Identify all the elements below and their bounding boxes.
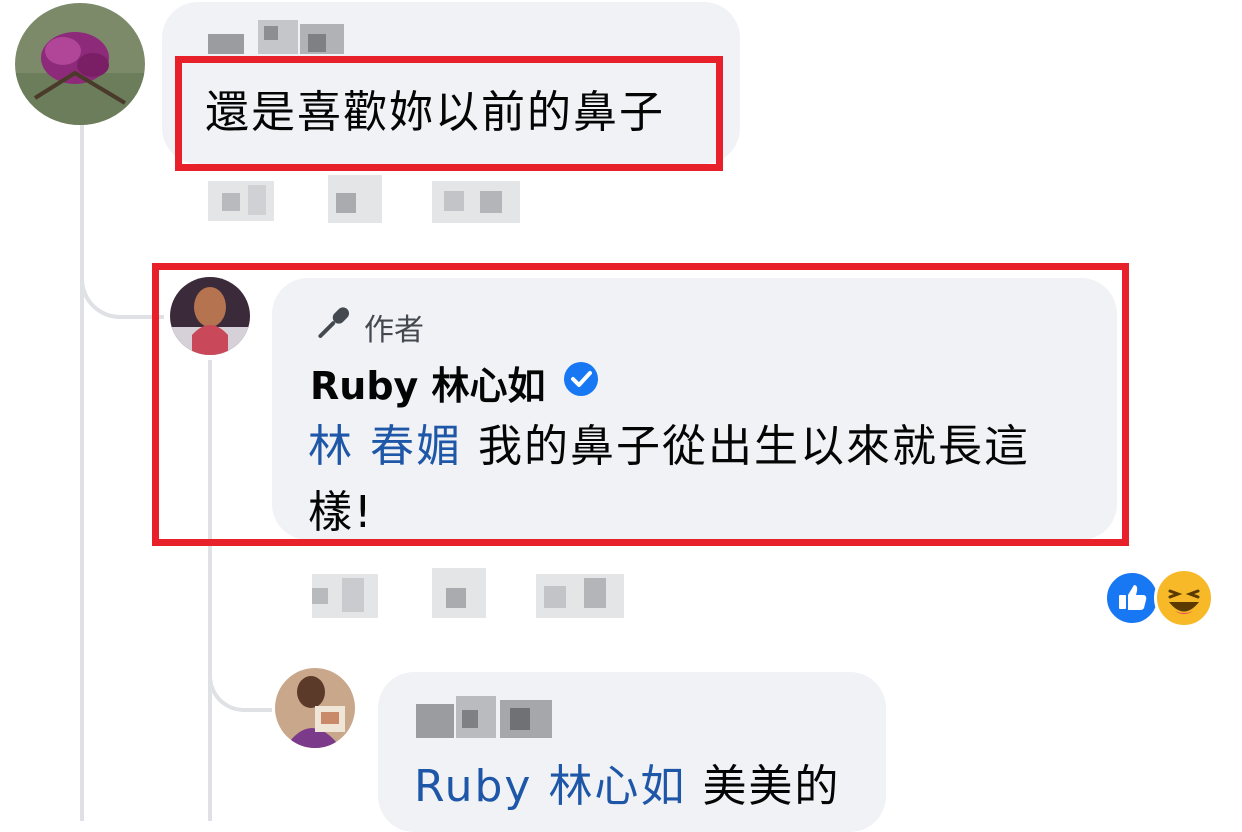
verified-badge-icon: [562, 360, 600, 402]
commenter-name-blurred: [208, 20, 348, 58]
reply-2-author-name-blurred[interactable]: [416, 696, 556, 744]
thread-line-main: [80, 125, 84, 821]
comment-1-actions-blurred[interactable]: [208, 175, 528, 229]
highlight-reply-1: [152, 263, 1129, 546]
reply-1-mention[interactable]: 林 春媚: [308, 421, 462, 472]
avatar-commenter-2[interactable]: [275, 668, 355, 748]
reply-1-text-content: 我的鼻子從出生以來就長這: [478, 421, 1030, 472]
avatar-commenter-1[interactable]: [15, 3, 145, 125]
reply-2-text-content: 美美的: [702, 761, 841, 812]
reply-2-text: Ruby 林心如 美美的: [414, 758, 840, 816]
reply-1-author-name[interactable]: Ruby 林心如: [310, 355, 546, 410]
like-reaction-icon[interactable]: [1104, 570, 1160, 626]
reply-1-text-line-2: 樣!: [308, 487, 374, 538]
haha-reaction-icon[interactable]: [1154, 568, 1214, 628]
microphone-icon: [310, 304, 352, 348]
reply-1-actions-blurred[interactable]: [312, 568, 632, 626]
reply-2-mention[interactable]: Ruby 林心如: [414, 761, 686, 812]
reply-1-text-line-1: 林 春媚 我的鼻子從出生以來就長這: [308, 418, 1030, 476]
comment-1-text: 還是喜歡妳以前的鼻子: [205, 87, 665, 138]
author-badge-label: 作者: [364, 313, 424, 348]
thread-curve-reply-2: [208, 650, 272, 712]
